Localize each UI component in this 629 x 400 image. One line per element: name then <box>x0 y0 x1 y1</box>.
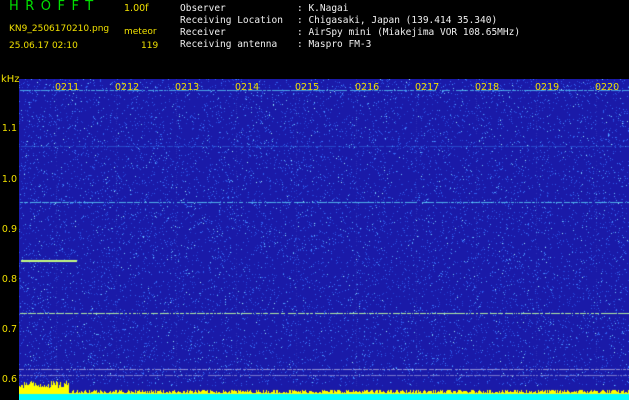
spectrogram-canvas <box>19 79 629 400</box>
antenna-label: Receiving antenna <box>180 39 278 50</box>
y-tick-label: 0.9 <box>1 224 17 235</box>
location-label: Receiving Location <box>180 15 283 26</box>
x-tick-label: 0219 <box>535 82 560 93</box>
x-tick-label: 0220 <box>595 82 620 93</box>
x-tick-label: 0215 <box>295 82 320 93</box>
x-tick-label: 0212 <box>115 82 140 93</box>
x-tick-label: 0217 <box>415 82 440 93</box>
observer-label: Observer <box>180 3 226 14</box>
header-panel: HROFFT 1.00f KN9_2506170210.png meteor 2… <box>0 0 629 72</box>
x-tick-label: 0214 <box>235 82 260 93</box>
app-version: 1.00f <box>124 3 149 14</box>
antenna-value: : Maspro FM-3 <box>297 39 372 50</box>
y-tick-label: 0.8 <box>1 274 17 285</box>
receiver-label: Receiver <box>180 27 226 38</box>
y-axis-unit: kHz <box>1 74 20 85</box>
x-tick-label: 0213 <box>175 82 200 93</box>
x-tick-label: 0218 <box>475 82 500 93</box>
echo-count: 119 <box>141 41 159 51</box>
receiver-value: : AirSpy mini (Miakejima VOR 108.65MHz) <box>297 27 521 38</box>
observer-value: : K.Nagai <box>297 3 349 14</box>
y-tick-label: 1.1 <box>1 123 17 134</box>
file-name: KN9_2506170210.png <box>9 24 110 34</box>
y-tick-label: 1.0 <box>1 174 17 185</box>
x-tick-label: 0211 <box>55 82 80 93</box>
mode-label: meteor <box>124 27 157 37</box>
y-tick-label: 0.6 <box>1 374 17 385</box>
app-title: HROFFT <box>9 0 100 14</box>
y-tick-label: 0.7 <box>1 324 17 335</box>
date-time: 25.06.17 02:10 <box>9 41 78 51</box>
location-value: : Chigasaki, Japan (139.414 35.340) <box>297 15 498 26</box>
x-tick-label: 0216 <box>355 82 380 93</box>
